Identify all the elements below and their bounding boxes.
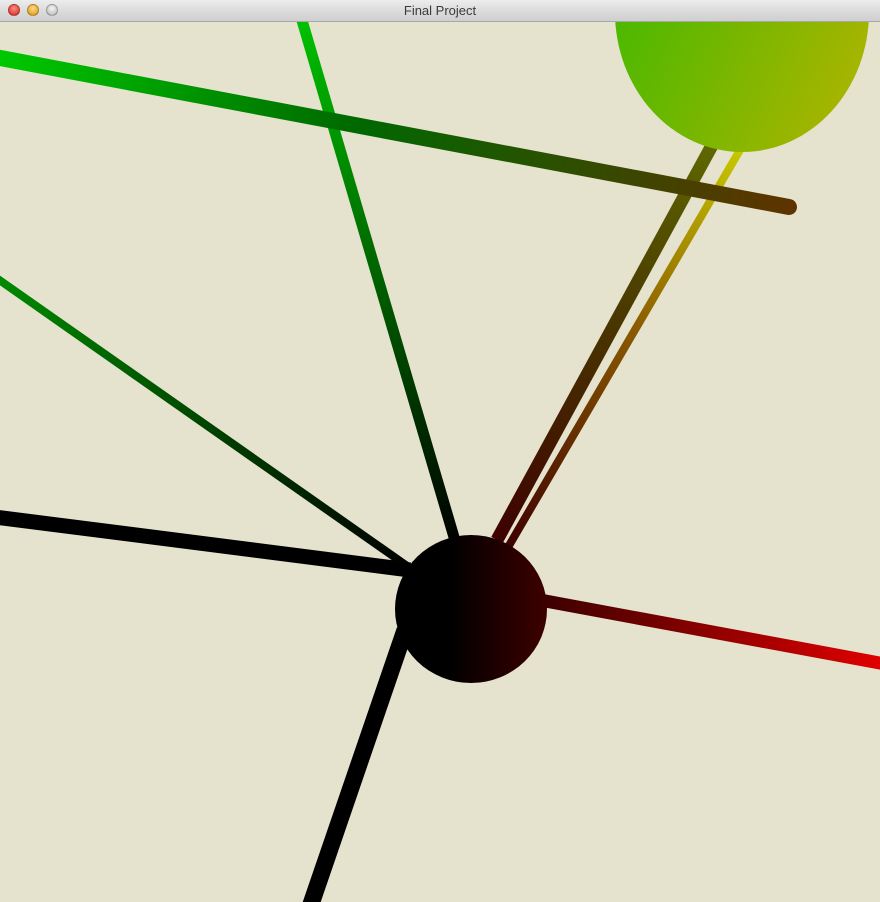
- window-title: Final Project: [403, 3, 477, 18]
- title-bar[interactable]: Final Project: [0, 0, 880, 22]
- node-center[interactable]: [395, 535, 547, 683]
- edge-green-vertical: [296, 22, 462, 546]
- edge-yellow-diagonal: [503, 147, 744, 552]
- node-top-right[interactable]: [615, 22, 869, 152]
- app-window: Final Project: [0, 0, 880, 902]
- 3d-canvas[interactable]: [0, 22, 880, 902]
- scene-svg: [0, 22, 880, 902]
- edge-red-right: [538, 593, 880, 670]
- edge-black-bottom: [302, 627, 414, 902]
